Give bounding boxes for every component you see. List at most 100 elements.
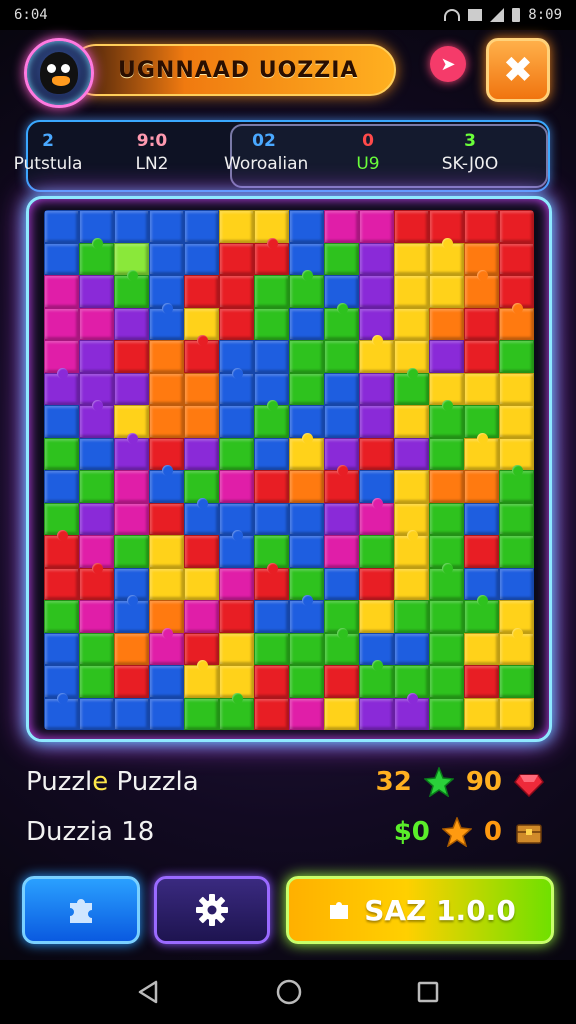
puzzle-piece[interactable] <box>219 242 254 275</box>
puzzle-piece[interactable] <box>429 632 464 665</box>
puzzle-piece[interactable] <box>149 210 184 243</box>
puzzle-piece[interactable] <box>289 340 324 373</box>
puzzle-piece[interactable] <box>44 470 79 503</box>
puzzle-piece[interactable] <box>184 697 219 730</box>
puzzle-piece[interactable] <box>79 307 114 340</box>
puzzle-piece[interactable] <box>359 497 394 535</box>
puzzle-piece[interactable] <box>219 470 254 503</box>
puzzle-piece[interactable] <box>289 595 324 633</box>
puzzle-piece[interactable] <box>79 600 114 633</box>
puzzle-piece[interactable] <box>44 275 79 308</box>
puzzle-piece[interactable] <box>499 372 534 405</box>
puzzle-piece[interactable] <box>324 242 359 275</box>
puzzle-piece[interactable] <box>499 567 534 600</box>
puzzle-piece[interactable] <box>254 470 289 503</box>
puzzle-piece[interactable] <box>499 465 534 503</box>
settings-button[interactable] <box>154 876 270 944</box>
close-button[interactable]: ✖ <box>486 38 550 102</box>
puzzle-piece[interactable] <box>114 340 149 373</box>
puzzle-piece[interactable] <box>219 600 254 633</box>
puzzle-piece[interactable] <box>289 535 324 568</box>
back-icon[interactable] <box>136 979 162 1005</box>
puzzle-piece[interactable] <box>184 210 219 243</box>
puzzle-piece[interactable] <box>394 367 429 405</box>
puzzle-piece[interactable] <box>324 502 359 535</box>
puzzle-piece[interactable] <box>464 632 499 665</box>
puzzle-piece[interactable] <box>464 595 499 633</box>
puzzle-piece[interactable] <box>464 470 499 503</box>
puzzle-piece[interactable] <box>464 270 499 308</box>
puzzle-piece[interactable] <box>184 600 219 633</box>
avatar[interactable] <box>24 38 94 108</box>
puzzle-piece[interactable] <box>254 632 289 665</box>
puzzle-piece[interactable] <box>184 242 219 275</box>
puzzle-piece[interactable] <box>254 340 289 373</box>
puzzle-piece[interactable] <box>184 567 219 600</box>
puzzle-piece[interactable] <box>289 502 324 535</box>
puzzle-piece[interactable] <box>149 535 184 568</box>
puzzle-piece[interactable] <box>394 567 429 600</box>
puzzle-piece[interactable] <box>394 692 429 730</box>
puzzle-piece[interactable] <box>254 502 289 535</box>
puzzle-piece[interactable] <box>429 562 464 600</box>
puzzle-piece[interactable] <box>429 275 464 308</box>
puzzle-piece[interactable] <box>184 535 219 568</box>
puzzle-piece[interactable] <box>429 665 464 698</box>
puzzle-piece[interactable] <box>44 210 79 243</box>
puzzle-piece[interactable] <box>184 335 219 373</box>
puzzle-piece[interactable] <box>149 502 184 535</box>
puzzle-piece[interactable] <box>254 562 289 600</box>
puzzle-piece[interactable] <box>289 210 324 243</box>
puzzle-piece[interactable] <box>429 470 464 503</box>
puzzle-piece[interactable] <box>464 210 499 243</box>
puzzle-piece[interactable] <box>394 470 429 503</box>
puzzle-piece[interactable] <box>324 465 359 503</box>
puzzle-piece[interactable] <box>114 270 149 308</box>
home-icon[interactable] <box>275 978 303 1006</box>
puzzle-piece[interactable] <box>499 302 534 340</box>
puzzle-piece[interactable] <box>429 502 464 535</box>
recents-icon[interactable] <box>416 980 440 1004</box>
puzzle-piece[interactable] <box>184 437 219 470</box>
puzzle-piece[interactable] <box>429 307 464 340</box>
puzzle-piece[interactable] <box>394 632 429 665</box>
puzzle-piece[interactable] <box>359 535 394 568</box>
puzzle-piece[interactable] <box>114 632 149 665</box>
puzzle-piece[interactable] <box>254 600 289 633</box>
puzzle-piece[interactable] <box>429 600 464 633</box>
puzzle-piece[interactable] <box>114 502 149 535</box>
puzzle-piece[interactable] <box>79 275 114 308</box>
puzzle-piece[interactable] <box>44 600 79 633</box>
puzzle-piece[interactable] <box>464 432 499 470</box>
puzzle-piece[interactable] <box>254 437 289 470</box>
puzzle-piece[interactable] <box>359 660 394 698</box>
puzzle-piece[interactable] <box>289 432 324 470</box>
puzzle-piece[interactable] <box>149 340 184 373</box>
puzzle-piece[interactable] <box>324 405 359 438</box>
puzzle-piece[interactable] <box>359 335 394 373</box>
puzzle-piece[interactable] <box>79 665 114 698</box>
puzzle-piece[interactable] <box>324 535 359 568</box>
puzzle-piece[interactable] <box>359 697 394 730</box>
puzzle-piece[interactable] <box>394 437 429 470</box>
puzzle-piece[interactable] <box>44 405 79 438</box>
puzzle-piece[interactable] <box>499 697 534 730</box>
puzzle-piece[interactable] <box>114 697 149 730</box>
puzzle-piece[interactable] <box>324 665 359 698</box>
puzzle-piece[interactable] <box>394 242 429 275</box>
puzzle-piece[interactable] <box>499 627 534 665</box>
puzzle-board[interactable] <box>44 210 534 730</box>
puzzle-piece[interactable] <box>394 530 429 568</box>
puzzle-piece[interactable] <box>254 237 289 275</box>
puzzle-piece[interactable] <box>359 567 394 600</box>
puzzle-piece[interactable] <box>149 302 184 340</box>
puzzle-piece[interactable] <box>359 437 394 470</box>
puzzle-piece[interactable] <box>324 340 359 373</box>
puzzle-piece[interactable] <box>289 632 324 665</box>
puzzle-piece[interactable] <box>429 437 464 470</box>
puzzle-piece[interactable] <box>499 242 534 275</box>
puzzle-piece[interactable] <box>429 400 464 438</box>
puzzle-piece[interactable] <box>464 502 499 535</box>
puzzle-piece[interactable] <box>254 275 289 308</box>
puzzle-piece[interactable] <box>184 497 219 535</box>
